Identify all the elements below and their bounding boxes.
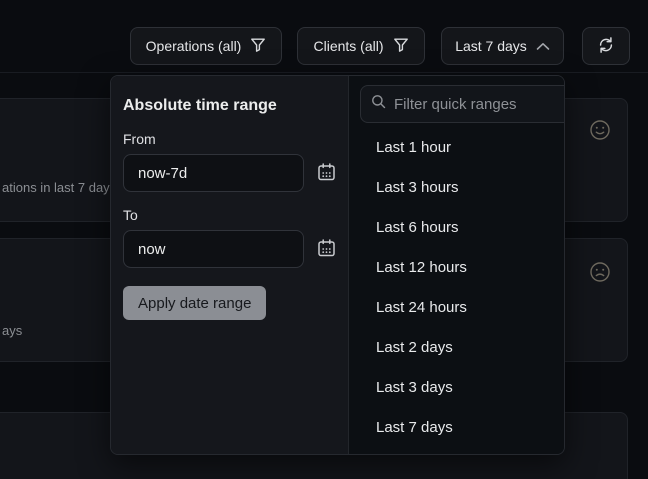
quick-range-option-last-12-hours[interactable]: Last 12 hours: [349, 247, 565, 287]
calendar-icon: [317, 162, 336, 185]
quick-ranges-section: Last 1 hour Last 3 hours Last 6 hours La…: [349, 76, 565, 454]
to-input[interactable]: [123, 230, 304, 268]
quick-ranges-search[interactable]: [360, 85, 565, 123]
card-1-caption: ations in last 7 days: [2, 180, 116, 195]
from-field-row: [123, 154, 336, 192]
app-screen: ations in last 7 days ays Operations (al…: [0, 0, 648, 479]
to-calendar-button[interactable]: [317, 238, 336, 261]
to-field-row: [123, 230, 336, 268]
quick-range-option-last-3-days[interactable]: Last 3 days: [349, 367, 565, 407]
card-2-caption: ays: [2, 323, 22, 338]
quick-range-option-last-2-days[interactable]: Last 2 days: [349, 327, 565, 367]
from-label: From: [123, 131, 336, 147]
funnel-icon: [393, 37, 409, 56]
absolute-range-section: Absolute time range From To: [111, 76, 349, 454]
quick-ranges-list: Last 1 hour Last 3 hours Last 6 hours La…: [349, 127, 565, 447]
from-input[interactable]: [123, 154, 304, 192]
quick-range-option-last-1-hour[interactable]: Last 1 hour: [349, 127, 565, 167]
quick-range-option-last-7-days[interactable]: Last 7 days: [349, 407, 565, 447]
filter-quick-ranges-input[interactable]: [394, 96, 565, 113]
time-range-button[interactable]: Last 7 days: [441, 27, 564, 65]
clients-filter-label: Clients (all): [313, 38, 383, 54]
funnel-icon: [250, 37, 266, 56]
refresh-icon: [596, 35, 616, 58]
quick-range-option-last-3-hours[interactable]: Last 3 hours: [349, 167, 565, 207]
time-picker-dropdown: Absolute time range From To: [110, 75, 565, 455]
absolute-range-title: Absolute time range: [123, 96, 336, 116]
to-label: To: [123, 207, 336, 223]
time-range-label: Last 7 days: [455, 38, 527, 54]
clients-filter-button[interactable]: Clients (all): [297, 27, 425, 65]
quick-range-option-last-24-hours[interactable]: Last 24 hours: [349, 287, 565, 327]
smiley-face-icon: [589, 119, 611, 146]
chevron-up-icon: [536, 38, 550, 54]
search-icon: [371, 94, 386, 114]
frown-face-icon: [589, 261, 611, 288]
from-calendar-button[interactable]: [317, 162, 336, 185]
refresh-button[interactable]: [582, 27, 630, 65]
calendar-icon: [317, 238, 336, 261]
header-divider: [0, 72, 648, 73]
apply-date-range-button[interactable]: Apply date range: [123, 286, 266, 320]
quick-range-option-last-6-hours[interactable]: Last 6 hours: [349, 207, 565, 247]
operations-filter-button[interactable]: Operations (all): [130, 27, 282, 65]
operations-filter-label: Operations (all): [146, 38, 242, 54]
